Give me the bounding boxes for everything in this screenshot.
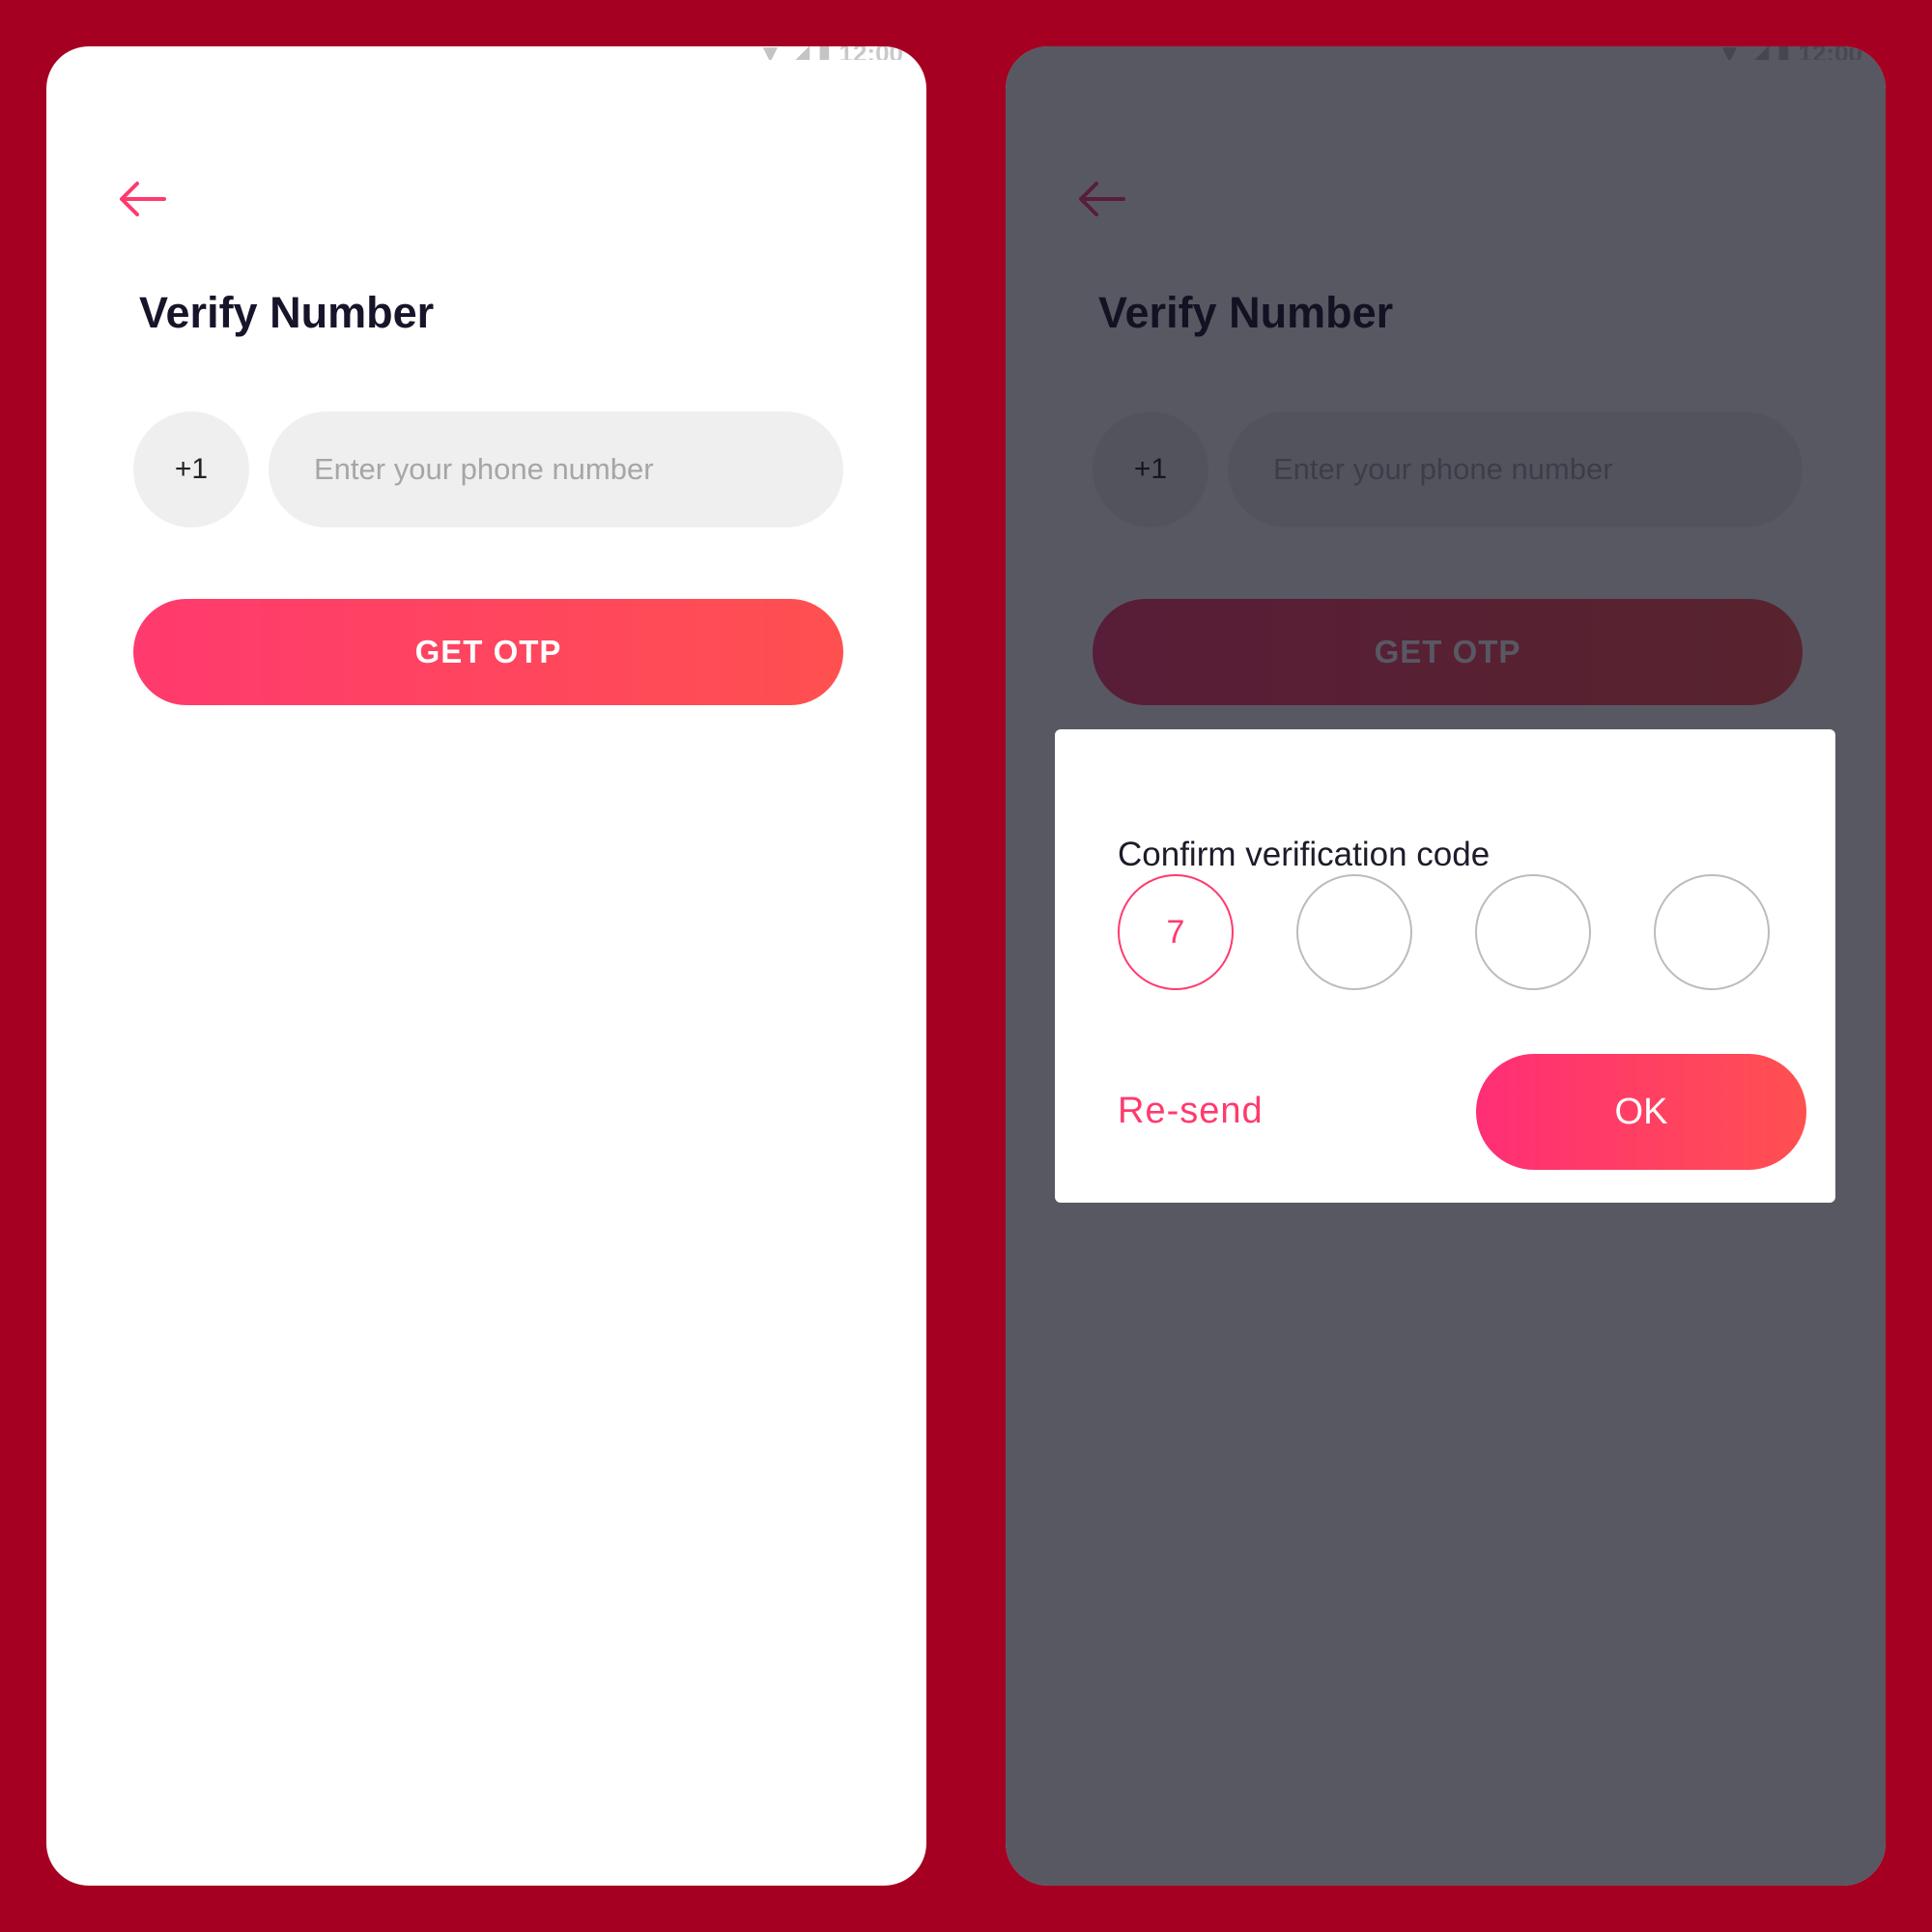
- arrow-left-icon[interactable]: [114, 178, 170, 220]
- verification-dialog: Confirm verification code 7 Re-send OK: [1055, 729, 1835, 1203]
- signal-icon: ◢: [790, 46, 810, 60]
- phone-number-input[interactable]: [269, 412, 843, 527]
- status-bar: ▼ ◢ ▮ 12:00: [757, 46, 903, 60]
- phone-screen-otp-dialog: ▼ ◢ ▮ 12:00 Verify Number +1 GET OTP Con…: [1006, 46, 1886, 1886]
- code-digit-input-1[interactable]: 7: [1118, 874, 1234, 990]
- code-digit-input-2[interactable]: [1296, 874, 1412, 990]
- resend-link[interactable]: Re-send: [1118, 1091, 1264, 1132]
- code-digit-input-4[interactable]: [1654, 874, 1770, 990]
- country-code-label: +1: [174, 453, 209, 485]
- dialog-title: Confirm verification code: [1118, 836, 1491, 873]
- get-otp-button[interactable]: GET OTP: [133, 599, 843, 705]
- status-time: 12:00: [839, 46, 904, 60]
- phone-screen-verify-number: ▼ ◢ ▮ 12:00 Verify Number +1 GET OTP: [46, 46, 926, 1886]
- battery-icon: ▮: [817, 46, 831, 60]
- country-code-selector[interactable]: +1: [133, 412, 249, 527]
- page-title: Verify Number: [139, 288, 435, 337]
- code-digit-input-3[interactable]: [1475, 874, 1591, 990]
- wifi-icon: ▼: [757, 46, 782, 60]
- ok-button[interactable]: OK: [1476, 1054, 1806, 1170]
